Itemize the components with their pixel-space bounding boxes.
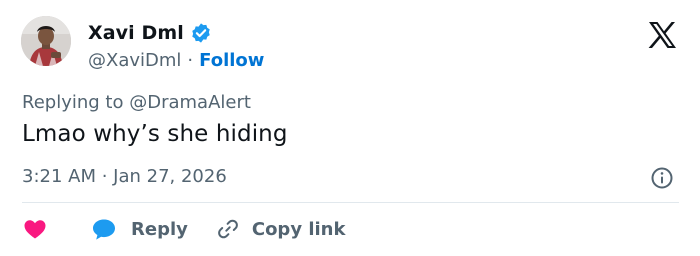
- heart-icon: [22, 217, 48, 241]
- follow-button[interactable]: Follow: [199, 50, 264, 71]
- separator-dot: ·: [187, 49, 194, 71]
- tweet-timestamp[interactable]: 3:21 AM · Jan 27, 2026: [22, 166, 227, 187]
- user-handle[interactable]: @XaviDml: [88, 50, 181, 71]
- tweet-card: Xavi Dml @XaviDml · Follow Replying to @…: [0, 0, 700, 256]
- link-icon: [216, 217, 240, 241]
- chat-bubble-icon: [91, 217, 117, 241]
- divider: [22, 202, 679, 203]
- display-name[interactable]: Xavi Dml: [88, 22, 184, 44]
- replying-to-label: Replying to: [22, 92, 124, 113]
- reply-mention-link[interactable]: @DramaAlert: [129, 92, 251, 113]
- copy-link-label: Copy link: [251, 218, 346, 240]
- tweet-text: Lmao why’s she hiding: [22, 121, 288, 147]
- name-row: Xavi Dml: [88, 20, 212, 46]
- verified-badge-icon: [190, 22, 212, 44]
- handle-row: @XaviDml · Follow: [88, 47, 264, 73]
- like-button[interactable]: [22, 217, 48, 241]
- copy-link-button[interactable]: Copy link: [188, 217, 346, 241]
- x-logo-icon[interactable]: [647, 21, 677, 49]
- avatar[interactable]: [21, 16, 71, 66]
- reply-button[interactable]: Reply: [48, 217, 188, 241]
- info-icon[interactable]: [650, 166, 674, 190]
- replying-to-line: Replying to @DramaAlert: [22, 92, 251, 113]
- action-bar: Reply Copy link: [22, 214, 345, 244]
- reply-label: Reply: [131, 218, 188, 240]
